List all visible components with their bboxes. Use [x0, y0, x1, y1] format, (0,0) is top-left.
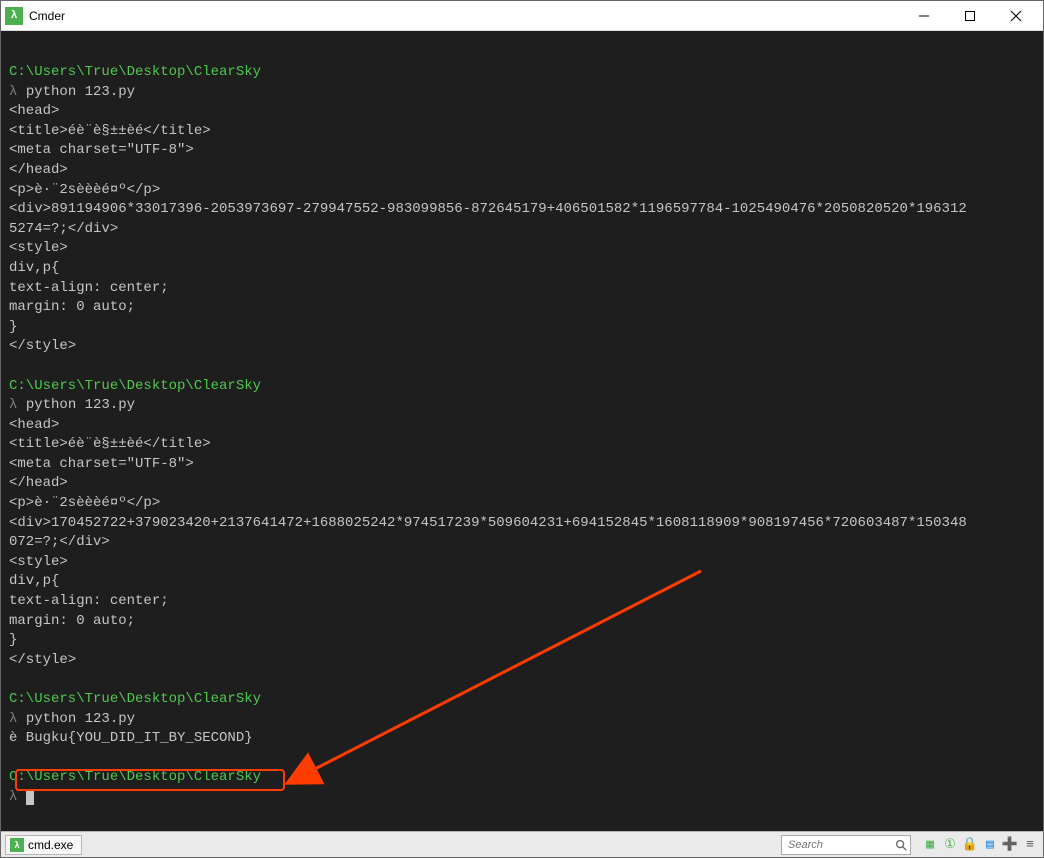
output-line: <style>: [9, 553, 1035, 573]
flag-output-line: è Bugku{YOU_DID_IT_BY_SECOND}: [9, 729, 1035, 749]
output-line: <title>éè¨è§±±èé</title>: [9, 435, 1035, 455]
output-line: </style>: [9, 337, 1035, 357]
output-line: text-align: center;: [9, 279, 1035, 299]
output-line: }: [9, 631, 1035, 651]
statusbar-toolbar: ▦ ① 🔒 ▤ ➕ ≡: [921, 836, 1039, 854]
output-line: </head>: [9, 474, 1035, 494]
output-line: <p>è·¨2sèèèé¤º</p>: [9, 494, 1035, 514]
command-text: python 123.py: [26, 397, 135, 413]
prompt-line: λ python 123.py: [9, 83, 1035, 103]
search-icon[interactable]: [894, 838, 908, 852]
output-line: }: [9, 318, 1035, 338]
output-line: <meta charset="UTF-8">: [9, 141, 1035, 161]
output-line: <head>: [9, 102, 1035, 122]
maximize-button[interactable]: [947, 2, 993, 30]
output-line: <style>: [9, 239, 1035, 259]
app-icon: λ: [5, 7, 23, 25]
output-line: margin: 0 auto;: [9, 612, 1035, 632]
search-input[interactable]: [784, 839, 894, 851]
output-line: <div>170452722+379023420+2137641472+1688…: [9, 514, 1035, 534]
output-line: margin: 0 auto;: [9, 298, 1035, 318]
panel-icon[interactable]: ▤: [981, 836, 999, 854]
numlock-icon[interactable]: ①: [941, 836, 959, 854]
command-text: python 123.py: [26, 711, 135, 727]
output-line: <div>891194906*33017396-2053973697-27994…: [9, 200, 1035, 220]
titlebar[interactable]: λ Cmder: [1, 1, 1043, 31]
lock-icon[interactable]: 🔒: [961, 836, 979, 854]
prompt-line: λ python 123.py: [9, 710, 1035, 730]
output-line: text-align: center;: [9, 592, 1035, 612]
close-button[interactable]: [993, 2, 1039, 30]
window-controls: [901, 2, 1039, 30]
output-line: </style>: [9, 651, 1035, 671]
output-line: div,p{: [9, 572, 1035, 592]
output-line: <head>: [9, 416, 1035, 436]
statusbar: λ cmd.exe ▦ ① 🔒 ▤ ➕ ≡: [1, 831, 1043, 857]
add-console-icon[interactable]: ➕: [1001, 836, 1019, 854]
console-tab[interactable]: λ cmd.exe: [5, 835, 82, 855]
prompt-path: C:\Users\True\Desktop\ClearSky: [9, 63, 1035, 83]
menu-icon[interactable]: ≡: [1021, 836, 1039, 854]
output-line: div,p{: [9, 259, 1035, 279]
output-line: </head>: [9, 161, 1035, 181]
output-line: <p>è·¨2sèèèé¤º</p>: [9, 181, 1035, 201]
tab-icon: λ: [10, 838, 24, 852]
command-text: python 123.py: [26, 84, 135, 100]
terminal-area[interactable]: C:\Users\True\Desktop\ClearSky λ python …: [1, 31, 1043, 831]
prompt-line[interactable]: λ: [9, 788, 1035, 808]
output-line: <title>éè¨è§±±èé</title>: [9, 122, 1035, 142]
prompt-line: λ python 123.py: [9, 396, 1035, 416]
tab-label: cmd.exe: [28, 838, 73, 852]
grid-icon[interactable]: ▦: [921, 836, 939, 854]
output-line: 072=?;</div>: [9, 533, 1035, 553]
cursor: [26, 790, 34, 805]
minimize-button[interactable]: [901, 2, 947, 30]
cmder-window: λ Cmder C:\Users\True\Desktop\ClearSky λ…: [0, 0, 1044, 858]
output-line: <meta charset="UTF-8">: [9, 455, 1035, 475]
prompt-path: C:\Users\True\Desktop\ClearSky: [9, 690, 1035, 710]
prompt-path: C:\Users\True\Desktop\ClearSky: [9, 377, 1035, 397]
search-box[interactable]: [781, 835, 911, 855]
prompt-path: C:\Users\True\Desktop\ClearSky: [9, 768, 1035, 788]
output-line: 5274=?;</div>: [9, 220, 1035, 240]
window-title: Cmder: [29, 9, 901, 23]
